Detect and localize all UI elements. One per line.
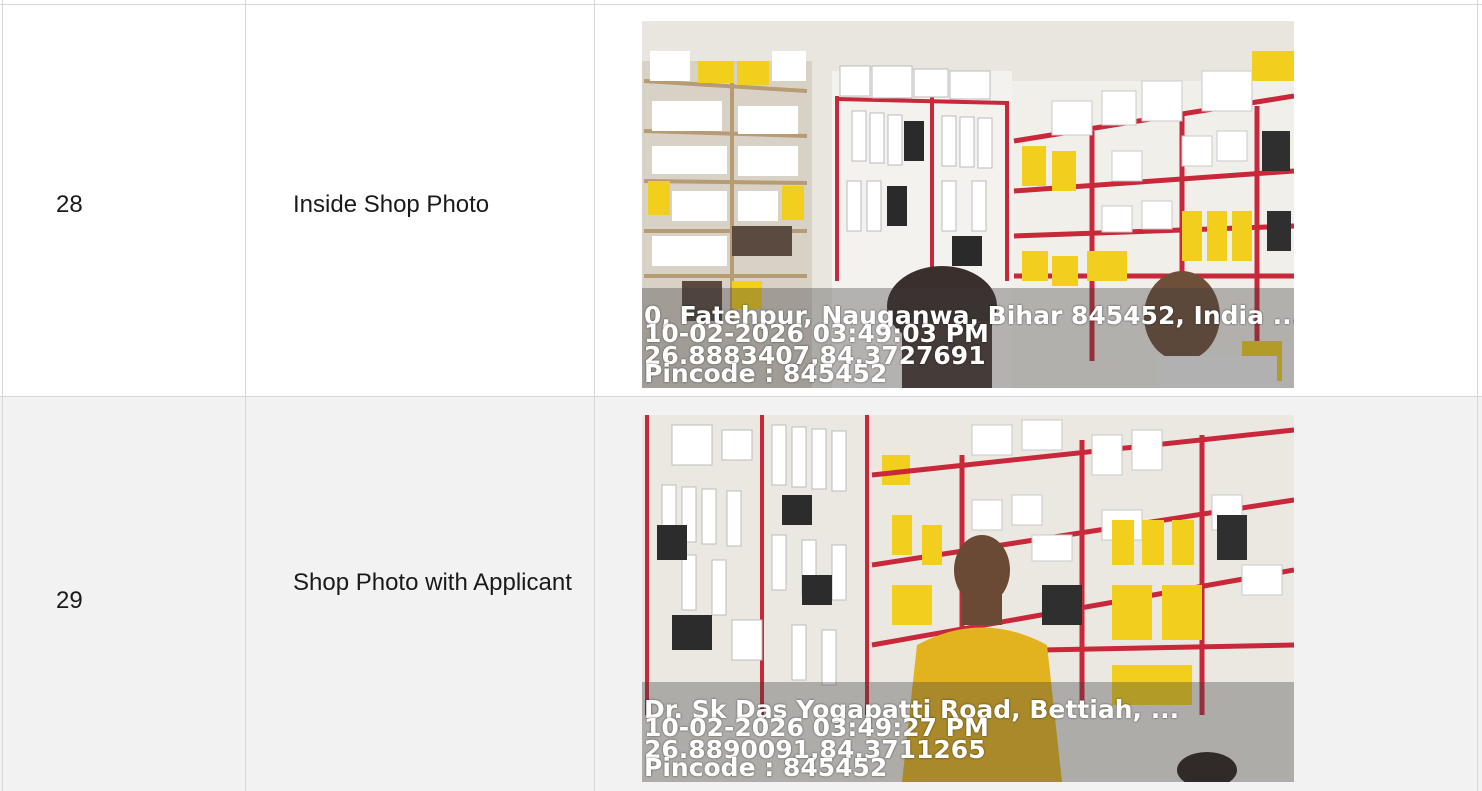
serial-number-cell: 28 [56,191,83,218]
column-divider [245,0,246,791]
table-row: 29 Shop Photo with Applicant Dr. Sk Das … [0,396,1482,791]
geotag-pincode: Pincode : 845452 [644,753,888,782]
geotag-pincode: Pincode : 845452 [644,359,888,388]
table-row: 28 Inside Shop Photo 0, Fatehpur, Naugan… [0,0,1482,396]
report-table: 28 Inside Shop Photo 0, Fatehpur, Naugan… [0,0,1482,791]
inside-shop-photo[interactable]: 0, Fatehpur, Nauganwa, Bihar 845452, Ind… [642,21,1294,388]
serial-number-cell: 29 [56,587,83,614]
shop-photo-with-applicant[interactable]: Dr. Sk Das Yogapatti Road, Bettiah, ... … [642,415,1294,782]
column-divider [2,0,3,791]
table-border-top [0,4,1482,5]
row-divider [0,396,1482,397]
column-divider [594,0,595,791]
photo-label-cell: Inside Shop Photo [293,191,490,218]
column-divider [1477,0,1478,791]
photo-label-cell: Shop Photo with Applicant [293,569,572,596]
